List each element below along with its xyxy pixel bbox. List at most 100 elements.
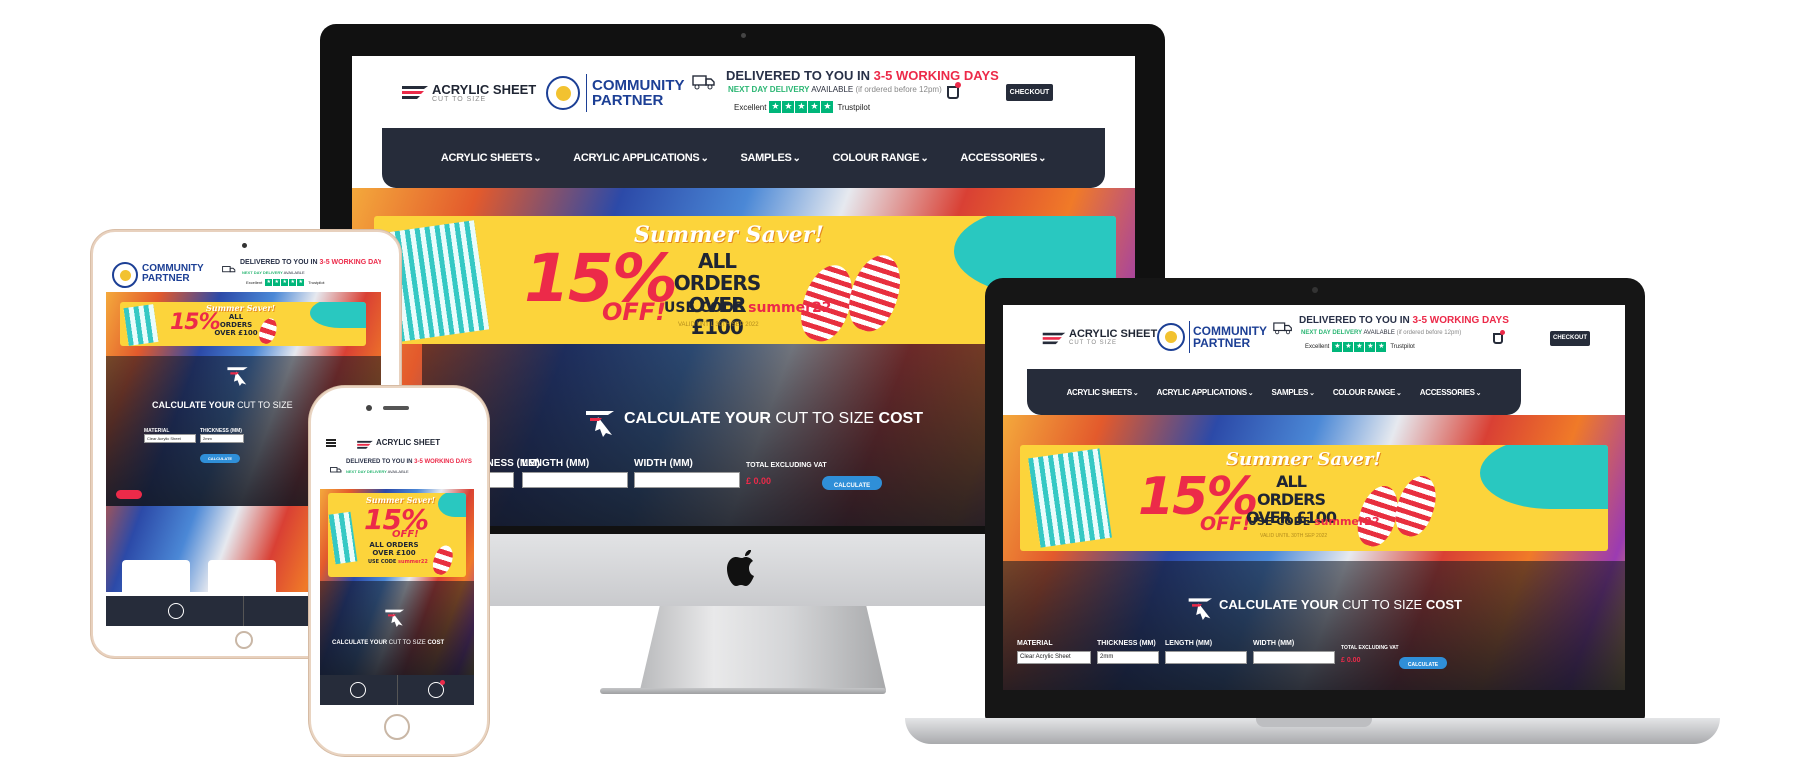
trustpilot-rating[interactable]: Excellent ★ ★ ★ ★ ★ Trustpilot [246,279,325,286]
trustpilot-rating[interactable]: Excellent ★ ★ ★ ★ ★ Trustpilot [1305,342,1415,352]
delivery-text: DELIVERED TO YOU IN 3-5 WORKING DAYS [346,459,472,465]
material-select[interactable]: Clear Acrylic Sheet [1017,651,1091,664]
nav-acrylic-applications[interactable]: ACRYLIC APPLICATIONS⌄ [1157,388,1254,397]
calc-title-mid: CUT TO SIZE [1342,597,1426,612]
crest-icon [112,262,138,288]
brand-name: ACRYLIC SHEET CUT TO SIZE [1069,329,1157,347]
nextday-note: (if ordered before 12pm) [855,85,942,94]
calc-title-mid: CUT TO SIZE [388,640,428,646]
delivery-text: DELIVERED TO YOU IN 3-5 WORKING DAYS [726,68,999,83]
nextday-suffix: AVAILABLE [386,469,409,474]
width-input[interactable] [1253,651,1335,664]
trustpilot-excellent: Excellent [734,102,767,112]
apple-logo-icon [724,546,760,588]
cart-icon[interactable] [1493,330,1505,344]
promo-code-prefix: USE CODE [1248,515,1315,528]
checkout-button[interactable]: CHECKOUT [1006,84,1053,101]
length-input[interactable] [522,472,628,488]
cart-badge [440,680,445,685]
calculate-button[interactable]: CALCULATE [822,476,882,490]
phone-screen: ACRYLIC SHEET DELIVERED TO YOU IN 3-5 WO… [320,431,474,705]
truck-icon [692,74,716,90]
site-header: ACRYLIC SHEET CUT TO SIZE COMMUNITY PART… [352,56,1135,128]
bottom-divider [397,675,398,705]
thickness-select[interactable]: 2mm [200,434,244,443]
total-label: TOTAL EXCLUDING VAT [1341,645,1399,651]
menu-icon[interactable] [326,439,336,447]
brand-logo-icon[interactable] [1041,329,1067,347]
length-input[interactable] [1165,651,1247,664]
promo-banner[interactable]: Summer Saver! 15% ALL ORDERS OVER £100 [120,302,366,346]
crest-icon [546,76,580,110]
brand-name-text: ACRYLIC SHEET [376,438,441,447]
calc-title-end: COST [427,640,445,646]
nav-acrylic-sheets[interactable]: ACRYLIC SHEETS⌄ [1067,388,1139,397]
promo-orders: ALL ORDERS OVER £100 [214,313,258,337]
nextday-suffix: AVAILABLE [282,270,305,275]
nav-samples[interactable]: SAMPLES⌄ [740,152,800,164]
length-label: LENGTH (MM) [1165,640,1213,647]
product-card[interactable] [122,560,190,596]
material-value: Clear Acrylic Sheet [1020,654,1071,660]
brand-logo-icon[interactable] [400,82,430,102]
tablet-home-button[interactable] [235,631,253,649]
promo-banner[interactable]: Summer Saver! 15% OFF! ALL ORDERS OVER £… [1020,445,1608,551]
delivery-days: 3-5 WORKING DAYS [414,459,472,465]
toggle-switch[interactable] [116,490,142,499]
phone-home-button[interactable] [384,714,410,740]
community-line2: PARTNER [592,92,664,109]
product-card[interactable] [208,560,276,596]
total-price: £ 0.00 [1341,657,1361,664]
promo-valid: VALID UNTIL 30TH SEP 2022 [678,322,759,328]
calc-title-end: COST [1425,597,1462,612]
calculator-title: CALCULATE YOUR CUT TO SIZE COST [624,410,923,428]
calc-title-pre: CALCULATE YOUR [332,640,389,646]
calc-title-mid: CUT TO SIZE [237,400,293,410]
community-line2: PARTNER [142,273,190,284]
nav-colour-range[interactable]: COLOUR RANGE⌄ [833,152,929,164]
promo-code-value: summer22 [1314,515,1380,528]
promo-code: USE CODE summer22 [368,559,428,565]
star-logo-icon [1187,590,1217,620]
calculator-title: CALCULATE YOUR CUT TO SIZE COST [1219,597,1462,612]
nav-colour-range[interactable]: COLOUR RANGE⌄ [1333,388,1402,397]
chevron-down-icon: ⌄ [1309,387,1315,397]
nextday-label: NEXT DAY DELIVERY [1301,330,1363,336]
imac-stand [640,606,886,690]
trustpilot-rating[interactable]: Excellent ★ ★ ★ ★ ★ Trustpilot [734,101,870,113]
nav-accessories[interactable]: ACCESSORIES⌄ [960,152,1046,164]
user-icon[interactable] [350,682,366,698]
chevron-down-icon: ⌄ [1247,387,1254,397]
phone-camera [366,405,372,411]
promo-off: OFF! [392,529,419,540]
promo-code-value: summer22 [748,300,832,316]
user-icon[interactable] [168,603,184,619]
trustpilot-stars: ★ ★ ★ ★ ★ [769,101,834,113]
trustpilot-brand: Trustpilot [308,280,325,285]
trustpilot-excellent: Excellent [246,280,263,285]
nav-samples[interactable]: SAMPLES⌄ [1272,387,1316,397]
cart-icon[interactable] [947,82,961,99]
thickness-value: 2mm [203,436,212,441]
brand-logo-icon[interactable] [356,438,374,451]
calc-title-pre: CALCULATE YOUR [152,400,238,410]
material-select[interactable]: Clear Acrylic Sheet [144,434,196,443]
chevron-down-icon: ⌄ [700,153,709,164]
nextday-label: NEXT DAY DELIVERY [346,469,387,474]
nav-acrylic-sheets[interactable]: ACRYLIC SHEETS⌄ [441,152,542,164]
promo-banner[interactable]: Summer Saver! 15% OFF! ALL ORDERS OVER £… [328,493,466,577]
calculate-button[interactable]: CALCULATE [200,454,240,463]
nextday-text: NEXT DAY DELIVERY AVAILABLE [242,270,305,275]
calculator-title: CALCULATE YOUR CUT TO SIZE COST [332,640,444,646]
width-label: WIDTH (MM) [1253,640,1295,647]
nav-acrylic-applications[interactable]: ACRYLIC APPLICATIONS⌄ [573,152,709,164]
nav-accessories[interactable]: ACCESSORIES⌄ [1420,388,1482,397]
calculator-panel [1003,561,1625,690]
calculate-button[interactable]: CALCULATE [1399,657,1447,669]
laptop-screen: ACRYLIC SHEET CUT TO SIZE COMMUNITY PART… [1003,305,1625,690]
trustpilot-brand: Trustpilot [837,102,871,112]
laptop-camera [1312,287,1318,293]
width-input[interactable] [634,472,740,488]
thickness-select[interactable]: 2mm [1097,651,1159,664]
checkout-button[interactable]: CHECKOUT [1550,331,1590,346]
